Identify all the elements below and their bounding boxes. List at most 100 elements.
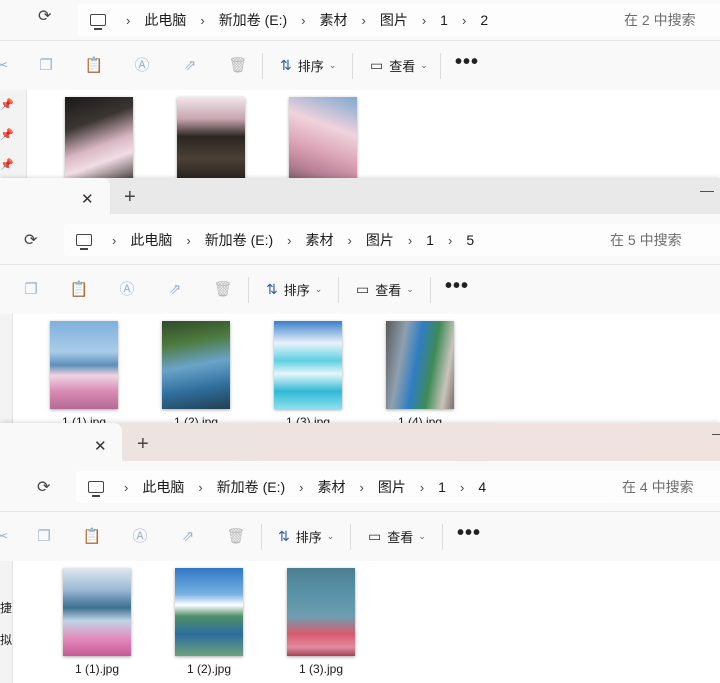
breadcrumb-item[interactable]: 此电脑 xyxy=(142,477,184,497)
breadcrumb-item[interactable]: 2 xyxy=(480,12,488,28)
breadcrumb-item[interactable]: 此电脑 xyxy=(144,10,186,30)
cut-icon[interactable]: ✂ xyxy=(0,56,12,76)
sort-button[interactable]: ⇅ 排序 ⌄ xyxy=(280,56,336,75)
close-icon[interactable]: ✕ xyxy=(94,437,107,455)
rename-icon[interactable]: Ⓐ xyxy=(117,280,137,300)
file-name[interactable]: 1 (1).jpg xyxy=(47,662,147,676)
file-name[interactable]: 1 (3).jpg xyxy=(271,662,371,676)
breadcrumb[interactable]: › 此电脑 › 新加卷 (E:) › 素材 › 图片 › 1 › 5 xyxy=(64,224,600,256)
share-icon[interactable]: ⇗ xyxy=(165,280,185,300)
search-input[interactable]: 在 2 中搜索 xyxy=(612,4,720,36)
breadcrumb-item[interactable]: 素材 xyxy=(319,10,347,30)
divider xyxy=(248,277,249,303)
view-label: 查看 xyxy=(387,530,414,545)
refresh-icon[interactable]: ⟳ xyxy=(37,477,50,497)
view-label: 查看 xyxy=(389,59,416,74)
more-icon[interactable]: ••• xyxy=(445,275,469,298)
view-button[interactable]: ▭ 查看 ⌄ xyxy=(356,280,414,299)
breadcrumb[interactable]: › 此电脑 › 新加卷 (E:) › 素材 › 图片 › 1 › 2 xyxy=(78,4,614,36)
view-button[interactable]: ▭ 查看 ⌄ xyxy=(370,56,428,75)
share-icon[interactable]: ⇗ xyxy=(180,56,200,76)
chevron-right-icon: › xyxy=(421,12,427,28)
more-icon[interactable]: ••• xyxy=(455,51,479,74)
chevron-down-icon: ⌄ xyxy=(314,284,323,294)
rename-icon[interactable]: Ⓐ xyxy=(132,56,152,76)
breadcrumb-item[interactable]: 图片 xyxy=(366,230,394,250)
cut-icon[interactable]: ✂ xyxy=(0,527,12,547)
breadcrumb-item[interactable]: 1 xyxy=(440,12,448,28)
close-icon[interactable]: ✕ xyxy=(81,190,94,208)
computer-icon xyxy=(76,234,92,250)
sort-button[interactable]: ⇅ 排序 ⌄ xyxy=(266,280,322,299)
pin-icon[interactable]: 📌 xyxy=(0,158,14,171)
refresh-icon[interactable]: ⟳ xyxy=(24,230,37,250)
file-thumbnail[interactable] xyxy=(162,321,230,409)
trash-icon[interactable]: 🗑 xyxy=(228,56,248,76)
command-bar: ✂ ❐ 📋 Ⓐ ⇗ 🗑 ⇅ 排序 ⌄ ▭ 查看 ⌄ ••• xyxy=(0,511,720,563)
breadcrumb-item[interactable]: 1 xyxy=(426,232,434,248)
refresh-icon[interactable]: ⟳ xyxy=(38,6,51,26)
file-thumbnail[interactable] xyxy=(287,568,355,656)
chevron-right-icon: › xyxy=(126,12,131,28)
breadcrumb-item[interactable]: 5 xyxy=(466,232,474,248)
file-thumbnail[interactable] xyxy=(274,321,342,409)
breadcrumb-item[interactable]: 素材 xyxy=(305,230,333,250)
navigation-pane xyxy=(0,314,13,423)
trash-icon[interactable]: 🗑 xyxy=(213,280,233,300)
file-thumbnail[interactable] xyxy=(289,97,357,178)
pin-icon[interactable]: 📌 xyxy=(0,98,14,111)
breadcrumb-item[interactable]: 1 xyxy=(438,479,446,495)
breadcrumb-item[interactable]: 此电脑 xyxy=(130,230,172,250)
search-input[interactable]: 在 4 中搜索 xyxy=(610,471,720,503)
breadcrumb-item[interactable]: 图片 xyxy=(378,477,406,497)
file-name[interactable]: 1 (2).jpg xyxy=(146,415,246,423)
more-icon[interactable]: ••• xyxy=(457,522,481,545)
breadcrumb-item[interactable]: 新加卷 (E:) xyxy=(205,230,273,250)
search-input[interactable]: 在 5 中搜索 xyxy=(598,224,720,256)
sort-button[interactable]: ⇅ 排序 ⌄ xyxy=(278,527,334,546)
file-thumbnail[interactable] xyxy=(63,568,131,656)
breadcrumb-item[interactable]: 4 xyxy=(478,479,486,495)
chevron-right-icon: › xyxy=(112,232,117,248)
breadcrumb-item[interactable]: 素材 xyxy=(317,477,345,497)
breadcrumb-item[interactable]: 图片 xyxy=(380,10,408,30)
file-thumbnail[interactable] xyxy=(50,321,118,409)
file-thumbnail[interactable] xyxy=(65,97,133,178)
tab-bar: ✕ + — xyxy=(0,178,720,214)
minimize-button[interactable]: — xyxy=(712,425,720,441)
chevron-right-icon: › xyxy=(407,232,413,248)
file-thumbnail[interactable] xyxy=(177,97,245,178)
pin-icon[interactable]: 📌 xyxy=(0,128,14,141)
new-tab-button[interactable]: + xyxy=(124,186,136,209)
file-thumbnail[interactable] xyxy=(175,568,243,656)
copy-icon[interactable]: ❐ xyxy=(21,280,41,300)
chevron-right-icon: › xyxy=(361,12,366,28)
paste-icon[interactable]: 📋 xyxy=(84,56,104,76)
view-button[interactable]: ▭ 查看 ⌄ xyxy=(368,527,426,546)
breadcrumb-item[interactable]: 新加卷 (E:) xyxy=(219,10,287,30)
breadcrumb-item[interactable]: 新加卷 (E:) xyxy=(217,477,285,497)
breadcrumb[interactable]: › 此电脑 › 新加卷 (E:) › 素材 › 图片 › 1 › 4 xyxy=(76,471,612,503)
divider xyxy=(261,524,262,550)
copy-icon[interactable]: ❐ xyxy=(34,527,54,547)
file-name[interactable]: 1 (1).jpg xyxy=(34,415,134,423)
new-tab-button[interactable]: + xyxy=(137,433,149,456)
chevron-down-icon: ⌄ xyxy=(328,60,337,70)
share-icon[interactable]: ⇗ xyxy=(178,527,198,547)
paste-icon[interactable]: 📋 xyxy=(82,527,102,547)
copy-icon[interactable]: ❐ xyxy=(36,56,56,76)
navigation-pane: 📌 📌 📌 xyxy=(0,90,27,178)
file-area: 📌 📌 📌 xyxy=(0,90,720,178)
nav-item-label[interactable]: 拟 xyxy=(0,631,12,648)
minimize-button[interactable]: — xyxy=(700,182,714,198)
divider xyxy=(350,524,351,550)
rename-icon[interactable]: Ⓐ xyxy=(130,527,150,547)
explorer-window-1: ⟳ › 此电脑 › 新加卷 (E:) › 素材 › 图片 › 1 › 2 在 2… xyxy=(0,0,720,178)
file-name[interactable]: 1 (2).jpg xyxy=(159,662,259,676)
trash-icon[interactable]: 🗑 xyxy=(226,527,246,547)
file-name[interactable]: 1 (3).jpg xyxy=(258,415,358,423)
file-thumbnail[interactable] xyxy=(386,321,454,409)
paste-icon[interactable]: 📋 xyxy=(69,280,89,300)
nav-item-label[interactable]: 捷 xyxy=(0,599,12,616)
file-name[interactable]: 1 (4).jpg xyxy=(370,415,470,423)
